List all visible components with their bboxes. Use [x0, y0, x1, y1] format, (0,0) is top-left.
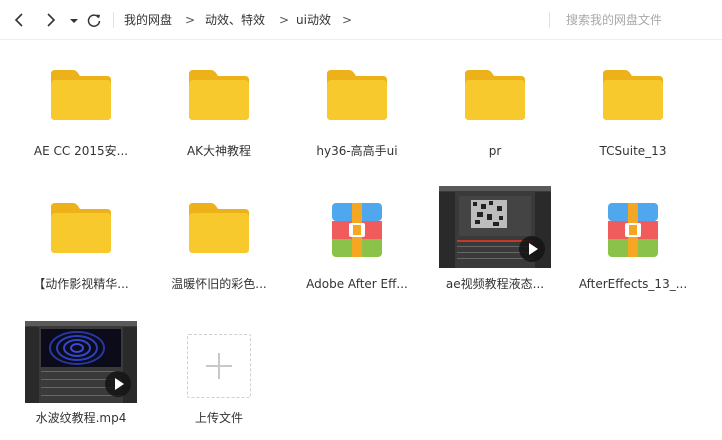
folder-icon [51, 203, 111, 253]
breadcrumb-separator: > [279, 13, 290, 27]
toolbar-divider [113, 12, 114, 28]
file-name: Adobe After Eff... [306, 277, 408, 291]
breadcrumb-separator: > [185, 13, 196, 27]
folder-icon [51, 70, 111, 120]
archive-icon [332, 203, 382, 257]
file-name: TCSuite_13 [599, 144, 667, 158]
history-dropdown-button[interactable] [64, 10, 84, 30]
plus-icon [206, 353, 232, 379]
video-thumbnail [25, 321, 137, 403]
file-item-video[interactable]: ae视频教程液态... [435, 186, 555, 323]
breadcrumb-effects[interactable]: 动效、特效 [205, 11, 265, 29]
file-name: 水波纹教程.mp4 [35, 411, 127, 425]
file-name: AfterEffects_13_... [578, 277, 688, 291]
folder-icon [189, 203, 249, 253]
search-divider [549, 12, 550, 28]
file-item-archive[interactable]: AfterEffects_13_... [573, 193, 693, 323]
play-icon [105, 371, 131, 397]
file-name: hy36-高高手ui [316, 144, 398, 158]
file-item-archive[interactable]: Adobe After Eff... [297, 193, 417, 323]
video-thumbnail [439, 186, 551, 268]
file-item-folder[interactable]: TCSuite_13 [573, 60, 693, 190]
file-item-folder[interactable]: 温暖怀旧的彩色... [159, 193, 279, 323]
file-name: AK大神教程 [186, 144, 252, 158]
breadcrumb-root[interactable]: 我的网盘 [124, 11, 172, 29]
folder-icon [465, 70, 525, 120]
upload-file-tile[interactable]: 上传文件 [159, 327, 279, 440]
file-item-folder[interactable]: 【动作影视精华... [21, 193, 141, 323]
file-name: AE CC 2015安... [33, 144, 129, 158]
caret-down-icon [70, 19, 78, 23]
chevron-left-icon [14, 13, 23, 27]
file-name: pr [488, 144, 502, 158]
back-button[interactable] [10, 10, 30, 30]
archive-icon [608, 203, 658, 257]
folder-icon [603, 70, 663, 120]
refresh-button[interactable] [84, 10, 104, 30]
refresh-icon [87, 14, 101, 27]
search-input[interactable] [552, 9, 712, 31]
forward-button[interactable] [40, 10, 60, 30]
file-name: 【动作影视精华... [33, 277, 129, 291]
upload-label: 上传文件 [194, 411, 243, 425]
file-name: ae视频教程液态... [445, 277, 545, 291]
file-item-folder[interactable]: AE CC 2015安... [21, 60, 141, 190]
upload-button[interactable] [187, 334, 251, 398]
breadcrumb-separator: > [342, 13, 353, 27]
play-icon [519, 236, 545, 262]
breadcrumb-ui-effects[interactable]: ui动效 [296, 11, 331, 29]
chevron-right-icon [47, 13, 56, 27]
folder-icon [327, 70, 387, 120]
file-name: 温暖怀旧的彩色... [171, 277, 267, 291]
file-item-folder[interactable]: hy36-高高手ui [297, 60, 417, 190]
file-item-video[interactable]: 水波纹教程.mp4 [21, 321, 141, 440]
toolbar: 我的网盘 > 动效、特效 > ui动效 > [0, 0, 722, 40]
file-item-folder[interactable]: AK大神教程 [159, 60, 279, 190]
file-item-folder[interactable]: pr [435, 60, 555, 190]
folder-icon [189, 70, 249, 120]
